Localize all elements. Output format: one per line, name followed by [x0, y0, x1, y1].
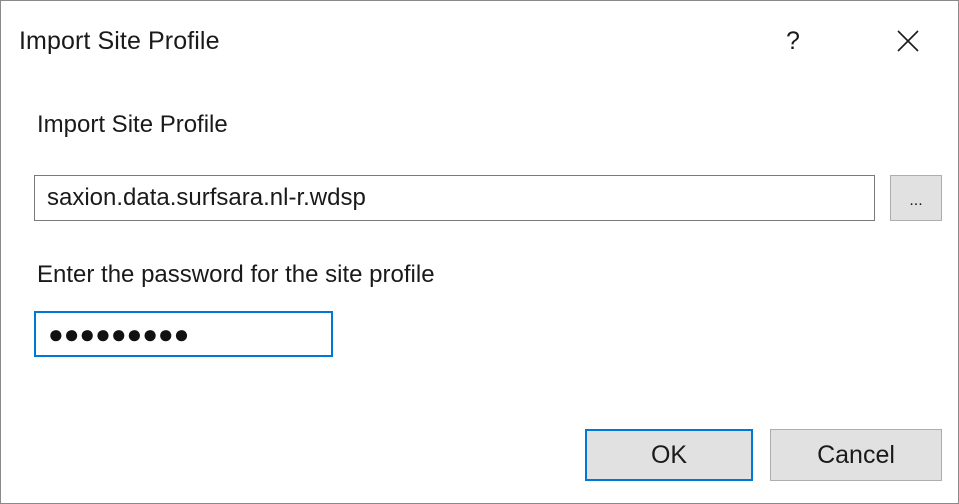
- dialog-title: Import Site Profile: [19, 27, 220, 55]
- password-input[interactable]: ●●●●●●●●●: [34, 311, 333, 357]
- help-button[interactable]: ?: [773, 21, 813, 61]
- ok-button[interactable]: OK: [585, 429, 753, 481]
- close-icon: [897, 30, 919, 52]
- cancel-button[interactable]: Cancel: [770, 429, 942, 481]
- section-label: Import Site Profile: [37, 111, 228, 138]
- browse-button[interactable]: ...: [890, 175, 942, 221]
- close-button[interactable]: [886, 21, 930, 61]
- password-label: Enter the password for the site profile: [37, 261, 435, 288]
- password-masked-value: ●●●●●●●●●: [48, 319, 190, 349]
- profile-file-input[interactable]: [34, 175, 875, 221]
- import-site-profile-dialog: Import Site Profile ? Import Site Profil…: [0, 0, 959, 504]
